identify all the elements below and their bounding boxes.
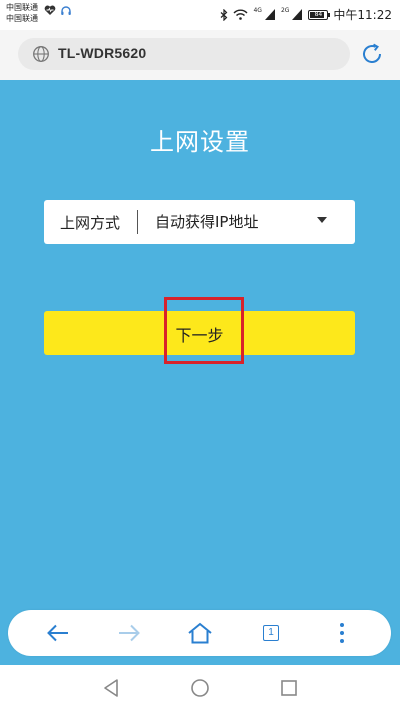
- back-arrow-icon: [47, 624, 68, 642]
- tab-count-badge: 1: [263, 625, 279, 641]
- signal-icon-1: [264, 9, 275, 20]
- wifi-icon: [233, 9, 248, 20]
- network-type-2g: 2G: [280, 6, 290, 14]
- url-bar[interactable]: TL-WDR5620: [18, 38, 350, 70]
- browser-toolbar: 1: [8, 610, 391, 656]
- status-bar: 中国联通 中国联通 4G 2G 84 中午11:22: [0, 0, 400, 30]
- carrier-label-1: 中国联通: [6, 3, 38, 12]
- url-text: TL-WDR5620: [58, 45, 147, 61]
- home-icon: [188, 622, 212, 644]
- network-type-4g: 4G: [253, 6, 262, 14]
- home-button[interactable]: [187, 620, 213, 646]
- forward-button[interactable]: [116, 620, 142, 646]
- connection-type-select[interactable]: 上网方式 自动获得IP地址: [44, 200, 355, 244]
- refresh-icon[interactable]: [360, 42, 384, 66]
- nav-back-button[interactable]: [100, 677, 122, 699]
- signal-icon-2: [292, 9, 303, 20]
- page-title: 上网设置: [150, 128, 250, 156]
- triangle-back-icon: [104, 679, 118, 697]
- circle-home-icon: [191, 679, 209, 697]
- dropdown-caret-icon: [317, 217, 327, 223]
- back-button[interactable]: [45, 620, 71, 646]
- nav-home-button[interactable]: [189, 677, 211, 699]
- bluetooth-icon: [221, 8, 228, 21]
- browser-address-area: TL-WDR5620: [0, 30, 400, 80]
- router-setup-page: 上网设置 上网方式 自动获得IP地址 下一步: [0, 80, 400, 665]
- connection-type-value: 自动获得IP地址: [155, 213, 259, 231]
- highlight-annotation-box: [164, 297, 244, 364]
- tabs-button[interactable]: 1: [258, 620, 284, 646]
- globe-icon: [33, 46, 49, 62]
- notification-icons: [44, 5, 72, 17]
- system-nav-bar: [0, 665, 400, 711]
- forward-arrow-icon: [119, 624, 140, 642]
- nav-recents-button[interactable]: [278, 677, 300, 699]
- status-time: 中午11:22: [333, 8, 392, 22]
- square-recents-icon: [281, 680, 297, 696]
- more-vertical-icon: [340, 623, 344, 643]
- status-right: 4G 2G 84 中午11:22: [220, 6, 392, 23]
- battery-percentage: 84: [314, 10, 323, 18]
- more-menu-button[interactable]: [329, 620, 355, 646]
- battery-icon: 84: [308, 9, 331, 20]
- heart-icon: [44, 5, 56, 15]
- carrier-info: 中国联通 中国联通: [6, 2, 38, 24]
- connection-type-label: 上网方式: [60, 214, 121, 232]
- carrier-label-2: 中国联通: [6, 14, 38, 23]
- headset-icon: [61, 6, 71, 15]
- select-divider: [137, 210, 138, 234]
